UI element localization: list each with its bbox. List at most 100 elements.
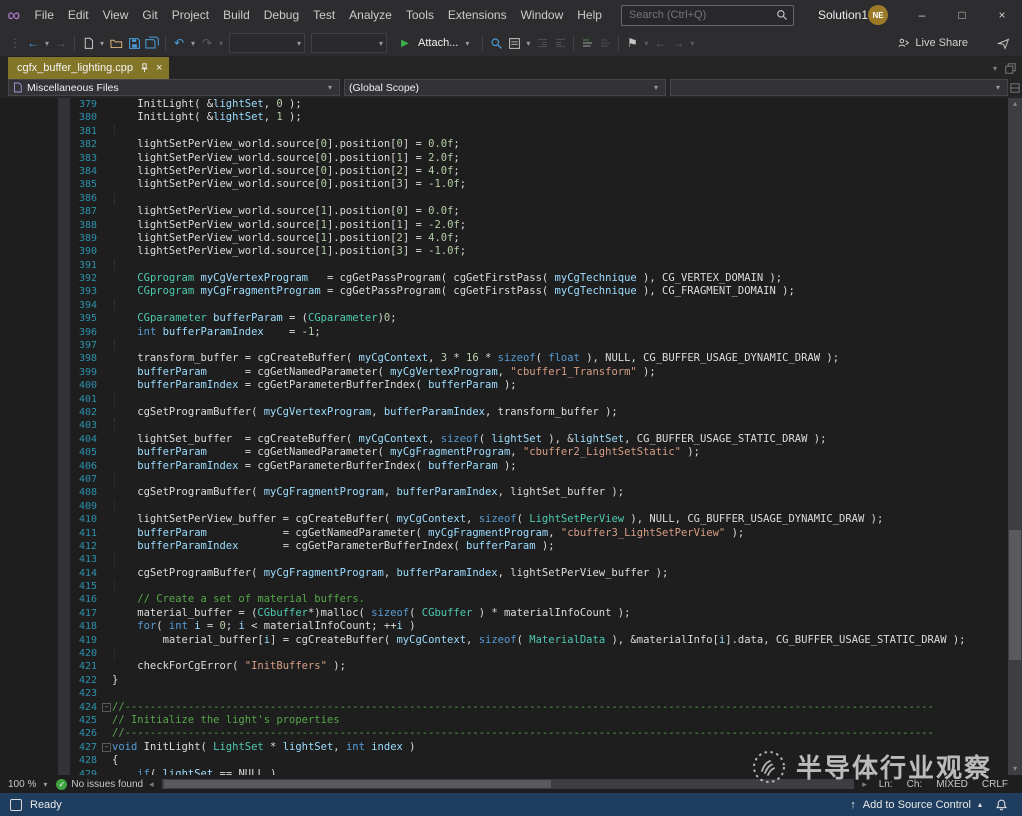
- breakpoint-margin[interactable]: [58, 352, 70, 365]
- breakpoint-margin[interactable]: [58, 138, 70, 151]
- live-share-button[interactable]: Live Share: [897, 37, 968, 50]
- code-line[interactable]: 418 for( int i = 0; i < materialInfoCoun…: [0, 620, 1008, 633]
- horizontal-scrollbar[interactable]: [162, 779, 855, 789]
- breakpoint-margin[interactable]: [58, 607, 70, 620]
- breakpoint-margin[interactable]: [58, 165, 70, 178]
- new-file-dropdown-icon[interactable]: ▾: [97, 39, 107, 48]
- breakpoint-margin[interactable]: [58, 272, 70, 285]
- menu-view[interactable]: View: [96, 0, 136, 30]
- menu-analyze[interactable]: Analyze: [342, 0, 399, 30]
- zoom-dropdown-icon[interactable]: ▾: [40, 780, 50, 789]
- breakpoint-margin[interactable]: [58, 634, 70, 647]
- scroll-up-icon[interactable]: ▴: [1013, 98, 1017, 110]
- code-line[interactable]: 402 cgSetProgramBuffer( myCgVertexProgra…: [0, 406, 1008, 419]
- code-line[interactable]: 422}: [0, 674, 1008, 687]
- breakpoint-margin[interactable]: [58, 259, 70, 272]
- code-line[interactable]: 398 transform_buffer = cgCreateBuffer( m…: [0, 352, 1008, 365]
- pin-icon[interactable]: [140, 63, 149, 73]
- menu-build[interactable]: Build: [216, 0, 257, 30]
- breakpoint-margin[interactable]: [58, 513, 70, 526]
- code-line[interactable]: 426//-----------------------------------…: [0, 727, 1008, 740]
- code-line[interactable]: 395 CGparameter bufferParam = (CGparamet…: [0, 312, 1008, 325]
- breakpoint-margin[interactable]: [58, 446, 70, 459]
- decrease-indent-icon[interactable]: [533, 32, 551, 54]
- menu-edit[interactable]: Edit: [61, 0, 96, 30]
- menu-extensions[interactable]: Extensions: [441, 0, 514, 30]
- zoom-control[interactable]: 100 % ▾: [8, 779, 50, 790]
- toolbar-grip-icon[interactable]: ⋮: [6, 32, 24, 54]
- code-line[interactable]: 413: [0, 553, 1008, 566]
- scroll-left-icon[interactable]: ◂: [149, 779, 154, 790]
- code-line[interactable]: 393 CGprogram myCgFragmentProgram = cgGe…: [0, 285, 1008, 298]
- breakpoint-margin[interactable]: [58, 152, 70, 165]
- scroll-down-icon[interactable]: ▾: [1013, 763, 1017, 775]
- close-button[interactable]: ×: [982, 0, 1022, 30]
- menu-window[interactable]: Window: [514, 0, 571, 30]
- new-file-icon[interactable]: [79, 32, 97, 54]
- navigate-back-icon[interactable]: ←: [24, 32, 42, 54]
- code-line[interactable]: 424//-----------------------------------…: [0, 701, 1008, 714]
- bookmark-window-dropdown-icon[interactable]: ▾: [687, 39, 697, 48]
- breakpoint-margin[interactable]: [58, 312, 70, 325]
- code-line[interactable]: 429 if( lightSet == NULL ): [0, 768, 1008, 775]
- float-window-icon[interactable]: [1005, 63, 1016, 74]
- code-line[interactable]: 380 InitLight( &lightSet, 1 );: [0, 111, 1008, 124]
- tab-cgfx-buffer-lighting[interactable]: cgfx_buffer_lighting.cpp ×: [8, 57, 169, 79]
- breakpoint-margin[interactable]: [58, 701, 70, 714]
- breakpoint-margin[interactable]: [58, 366, 70, 379]
- account-avatar[interactable]: NE: [868, 5, 888, 25]
- breakpoint-margin[interactable]: [58, 460, 70, 473]
- save-icon[interactable]: [125, 32, 143, 54]
- breakpoint-margin[interactable]: [58, 393, 70, 406]
- breakpoint-margin[interactable]: [58, 205, 70, 218]
- attach-dropdown-icon[interactable]: ▾: [462, 39, 472, 48]
- code-line[interactable]: 388 lightSetPerView_world.source[1].posi…: [0, 219, 1008, 232]
- code-line[interactable]: 386: [0, 192, 1008, 205]
- code-line[interactable]: 389 lightSetPerView_world.source[1].posi…: [0, 232, 1008, 245]
- document-health-indicator[interactable]: ✓ No issues found: [56, 779, 143, 790]
- code-line[interactable]: 396 int bufferParamIndex = -1;: [0, 326, 1008, 339]
- toggle-bookmark-icon[interactable]: ⚑: [623, 32, 641, 54]
- code-lines[interactable]: 379 InitLight( &lightSet, 0 );380 InitLi…: [0, 98, 1008, 775]
- code-line[interactable]: 408 cgSetProgramBuffer( myCgFragmentProg…: [0, 486, 1008, 499]
- code-line[interactable]: 384 lightSetPerView_world.source[0].posi…: [0, 165, 1008, 178]
- navigate-back-dropdown-icon[interactable]: ▾: [42, 39, 52, 48]
- breakpoint-margin[interactable]: [58, 419, 70, 432]
- breakpoint-margin[interactable]: [58, 741, 70, 754]
- find-in-files-icon[interactable]: [487, 32, 505, 54]
- breakpoint-margin[interactable]: [58, 660, 70, 673]
- bookmark-dropdown-icon[interactable]: ▾: [641, 39, 651, 48]
- breakpoint-margin[interactable]: [58, 192, 70, 205]
- breakpoint-margin[interactable]: [58, 178, 70, 191]
- code-line[interactable]: 383 lightSetPerView_world.source[0].posi…: [0, 152, 1008, 165]
- breakpoint-margin[interactable]: [58, 593, 70, 606]
- menu-file[interactable]: File: [28, 0, 61, 30]
- code-line[interactable]: 403: [0, 419, 1008, 432]
- breakpoint-margin[interactable]: [58, 674, 70, 687]
- code-line[interactable]: 392 CGprogram myCgVertexProgram = cgGetP…: [0, 272, 1008, 285]
- code-line[interactable]: 379 InitLight( &lightSet, 0 );: [0, 98, 1008, 111]
- breakpoint-margin[interactable]: [58, 553, 70, 566]
- breakpoint-margin[interactable]: [58, 339, 70, 352]
- code-line[interactable]: 387 lightSetPerView_world.source[1].posi…: [0, 205, 1008, 218]
- uncomment-lines-icon[interactable]: [596, 32, 614, 54]
- member-list-icon[interactable]: [505, 32, 523, 54]
- breakpoint-margin[interactable]: [58, 406, 70, 419]
- breakpoint-margin[interactable]: [58, 714, 70, 727]
- breakpoint-margin[interactable]: [58, 486, 70, 499]
- previous-bookmark-icon[interactable]: ←: [651, 32, 669, 54]
- menu-git[interactable]: Git: [135, 0, 164, 30]
- horizontal-scrollbar-thumb[interactable]: [164, 780, 552, 788]
- menu-help[interactable]: Help: [570, 0, 609, 30]
- vertical-scrollbar-track[interactable]: [1008, 110, 1022, 763]
- member-list-dropdown-icon[interactable]: ▾: [523, 39, 533, 48]
- breakpoint-margin[interactable]: [58, 768, 70, 775]
- menu-test[interactable]: Test: [306, 0, 342, 30]
- scroll-right-icon[interactable]: ▸: [862, 779, 867, 790]
- code-editor[interactable]: 379 InitLight( &lightSet, 0 );380 InitLi…: [0, 98, 1022, 775]
- code-line[interactable]: 406 bufferParamIndex = cgGetParameterBuf…: [0, 460, 1008, 473]
- active-files-dropdown-icon[interactable]: ▾: [993, 64, 997, 73]
- code-line[interactable]: 385 lightSetPerView_world.source[0].posi…: [0, 178, 1008, 191]
- code-line[interactable]: 423: [0, 687, 1008, 700]
- send-feedback-icon[interactable]: [994, 32, 1012, 54]
